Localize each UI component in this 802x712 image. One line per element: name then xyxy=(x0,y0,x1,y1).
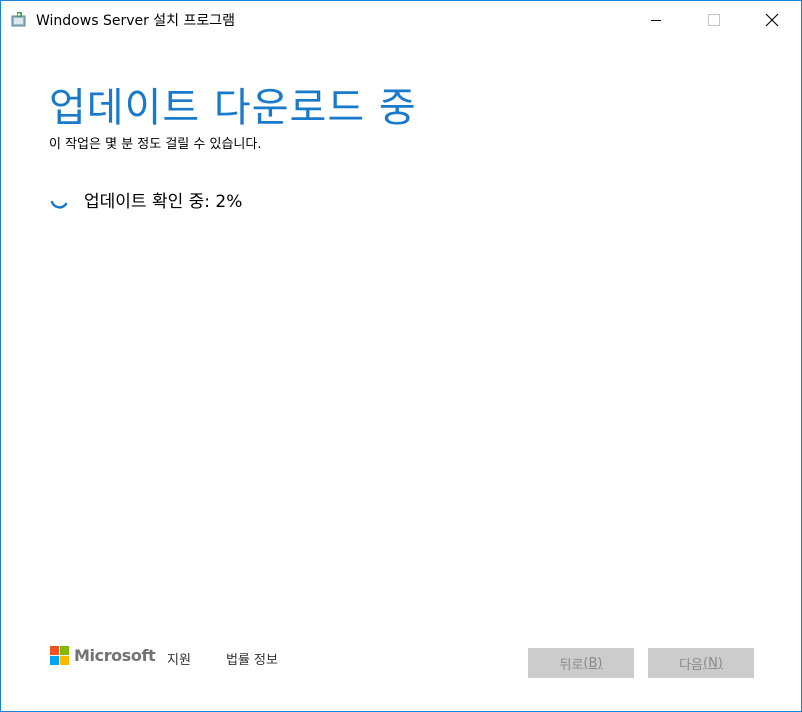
legal-info-link[interactable]: 법률 정보 xyxy=(226,649,278,668)
close-icon xyxy=(765,13,779,26)
setup-app-icon xyxy=(11,12,26,27)
setup-window: Windows Server 설치 프로그램 업데이트 다운로드 중 이 작업은… xyxy=(0,0,802,712)
title-bar[interactable]: Windows Server 설치 프로그램 xyxy=(1,1,801,38)
microsoft-wordmark: Microsoft xyxy=(74,646,156,665)
minimize-button[interactable] xyxy=(627,1,685,38)
next-button[interactable]: 다음 (N) xyxy=(648,648,754,678)
back-button-accesskey: (B) xyxy=(583,655,603,671)
maximize-icon xyxy=(708,13,720,26)
page-title: 업데이트 다운로드 중 xyxy=(49,85,417,131)
loading-spinner-icon xyxy=(50,200,68,209)
window-title: Windows Server 설치 프로그램 xyxy=(36,13,236,29)
next-button-label: 다음 xyxy=(679,657,704,673)
next-button-accesskey: (N) xyxy=(703,655,723,671)
minimize-icon xyxy=(651,19,661,21)
update-status: 업데이트 확인 중: 2% xyxy=(84,192,243,212)
page-subtitle: 이 작업은 몇 분 정도 걸릴 수 있습니다. xyxy=(49,137,262,152)
back-button[interactable]: 뒤로 (B) xyxy=(528,648,634,678)
support-link[interactable]: 지원 xyxy=(167,649,191,668)
microsoft-logo xyxy=(50,646,70,666)
close-button[interactable] xyxy=(743,1,801,38)
maximize-button[interactable] xyxy=(685,1,743,38)
back-button-label: 뒤로 xyxy=(559,657,584,673)
